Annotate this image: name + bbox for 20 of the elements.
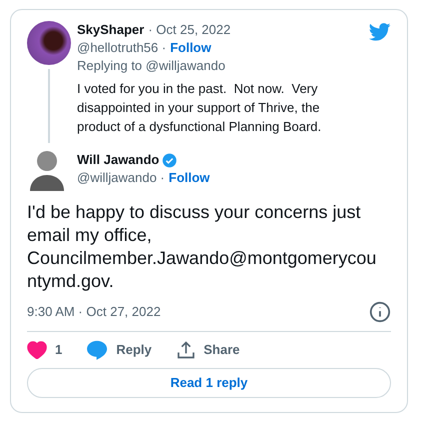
author-handle[interactable]: @willjawando · bbox=[77, 169, 165, 187]
like-action[interactable]: 1 bbox=[27, 340, 62, 360]
author-name[interactable]: Will Jawando bbox=[77, 151, 160, 169]
read-replies-button[interactable]: Read 1 reply bbox=[27, 368, 391, 398]
follow-link[interactable]: Follow bbox=[170, 39, 212, 57]
speech-bubble-icon bbox=[86, 340, 108, 360]
bird-logo-icon bbox=[369, 23, 391, 41]
share-icon bbox=[176, 340, 196, 360]
tweet-text: I voted for you in the past. Not now. Very disappointed in your support of Thrive, the product of a dysfunctional Planning Board. bbox=[77, 80, 322, 136]
share-action[interactable]: Share bbox=[176, 340, 240, 360]
author-name[interactable]: SkyShaper bbox=[77, 21, 144, 39]
author-handle[interactable]: @hellotruth56 · bbox=[77, 39, 166, 57]
tweet-text: I'd be happy to discuss your concerns just email my office, Councilmember.Jawando@montgomerycountymd.gov. bbox=[27, 201, 378, 293]
tweet-date[interactable]: · Oct 25, 2022 bbox=[148, 21, 231, 39]
avatar-photo-placeholder bbox=[27, 21, 71, 65]
reply-action[interactable]: Reply bbox=[86, 340, 152, 360]
info-icon[interactable] bbox=[369, 301, 391, 323]
tweet-timestamp[interactable]: 9:30 AM · Oct 27, 2022 bbox=[27, 302, 161, 322]
replying-to-text: Replying to @willjawando bbox=[77, 57, 226, 75]
follow-link[interactable]: Follow bbox=[168, 169, 210, 187]
